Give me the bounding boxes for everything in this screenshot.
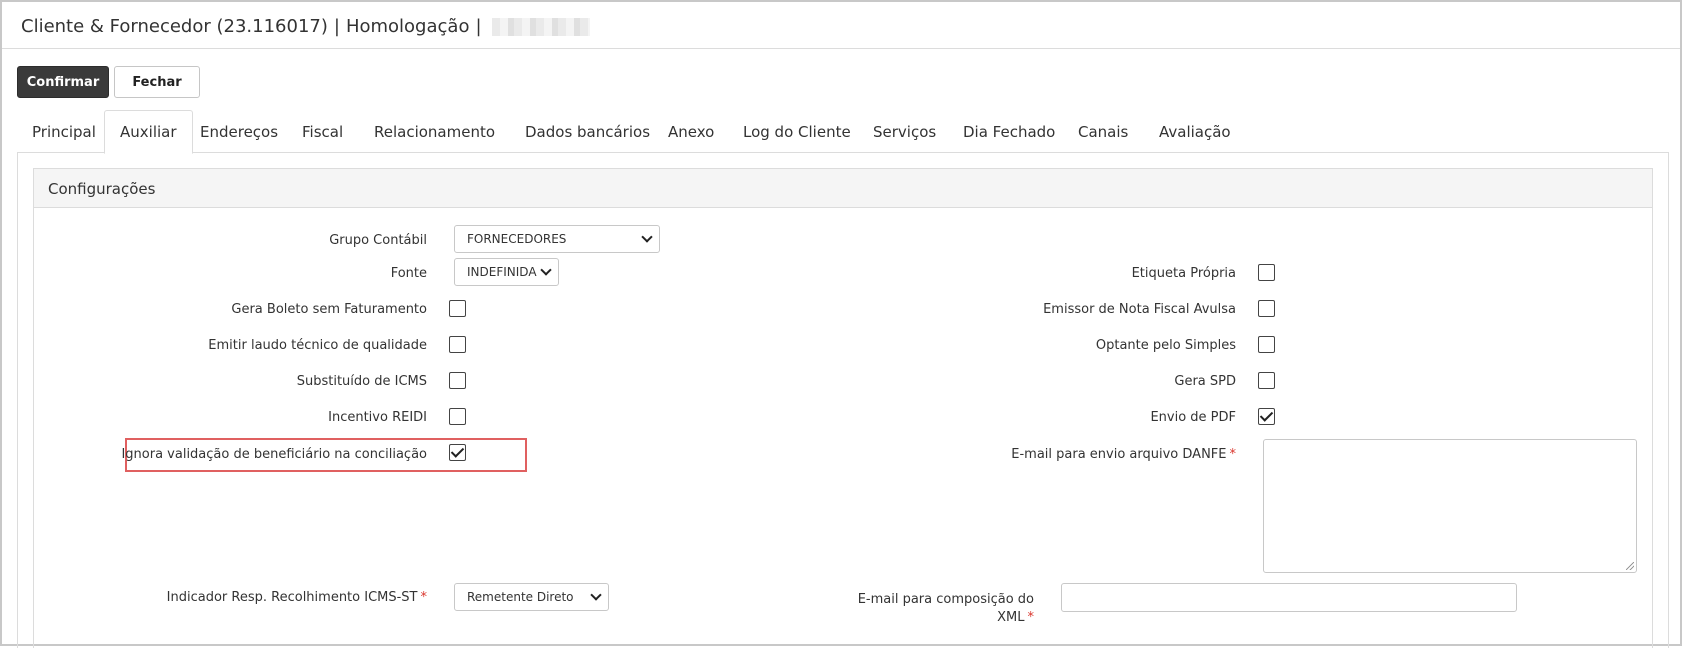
- tab-log-do-cliente[interactable]: Log do Cliente: [728, 110, 866, 153]
- tab-auxiliar[interactable]: Auxiliar: [104, 110, 193, 154]
- required-marker: *: [1229, 447, 1237, 462]
- tab-dia-fechado[interactable]: Dia Fechado: [948, 110, 1070, 153]
- email-danfe-label: E-mail para envio arquivo DANFE *: [1011, 447, 1236, 462]
- incentivo-reidi-checkbox[interactable]: [449, 408, 466, 425]
- tab-canais[interactable]: Canais: [1063, 110, 1143, 153]
- tab-principal[interactable]: Principal: [17, 110, 111, 153]
- window: Cliente & Fornecedor (23.116017) | Homolog…: [0, 0, 1682, 648]
- resize-grip-icon[interactable]: [1626, 562, 1634, 570]
- emitir-laudo-label: Emitir laudo técnico de qualidade: [208, 338, 427, 353]
- tab-dados-bancarios[interactable]: Dados bancários: [510, 110, 665, 153]
- title-main: Cliente & Fornecedor (23.116017): [21, 16, 328, 37]
- etiqueta-propria-checkbox[interactable]: [1258, 264, 1275, 281]
- email-xml-label-line2: XML *: [858, 609, 1034, 627]
- emissor-nf-avulsa-label: Emissor de Nota Fiscal Avulsa: [1043, 302, 1236, 317]
- grupo-contabil-label: Grupo Contábil: [329, 233, 427, 248]
- title-environment: Homologação: [345, 16, 470, 37]
- indicador-resp-select[interactable]: Remetente Direto: [454, 583, 609, 611]
- email-danfe-label-text: E-mail para envio arquivo DANFE: [1011, 447, 1227, 462]
- panel-title: Configurações: [48, 180, 156, 198]
- fonte-label: Fonte: [390, 266, 427, 281]
- required-marker: *: [1027, 610, 1035, 625]
- envio-pdf-checkbox[interactable]: [1258, 408, 1275, 425]
- config-panel: Configurações: [33, 168, 1653, 648]
- tab-relacionamento[interactable]: Relacionamento: [359, 110, 510, 153]
- tab-servicos[interactable]: Serviços: [858, 110, 951, 153]
- optante-simples-checkbox[interactable]: [1258, 336, 1275, 353]
- tab-fiscal[interactable]: Fiscal: [287, 110, 358, 153]
- tab-bar: Principal Auxiliar Endereços Fiscal Rela…: [17, 110, 1669, 154]
- ignora-validacao-checkbox[interactable]: [449, 444, 466, 461]
- tab-anexo[interactable]: Anexo: [653, 110, 729, 153]
- title-bar: Cliente & Fornecedor (23.116017) | Homolog…: [2, 2, 1680, 49]
- envio-pdf-label: Envio de PDF: [1150, 410, 1236, 425]
- tab-avaliacao[interactable]: Avaliação: [1144, 110, 1246, 153]
- email-xml-label-line1: E-mail para composição do: [857, 592, 1034, 607]
- tab-enderecos[interactable]: Endereços: [185, 110, 293, 153]
- close-button[interactable]: Fechar: [114, 66, 200, 98]
- redacted-user: [491, 18, 590, 36]
- indicador-resp-value: Remetente Direto: [467, 590, 574, 604]
- ignora-validacao-label: Ignora validação de beneficiário na conc…: [121, 447, 427, 462]
- chevron-down-icon: [641, 231, 653, 243]
- panel-header: Configurações: [34, 169, 1652, 208]
- required-marker: *: [420, 590, 428, 605]
- fonte-select[interactable]: INDEFINIDA: [454, 258, 559, 286]
- email-xml-label: E-mail para composição do XML *: [858, 591, 1034, 627]
- grupo-contabil-value: FORNECEDORES: [467, 232, 567, 246]
- page-title: Cliente & Fornecedor (23.116017) | Homolog…: [21, 16, 590, 37]
- gera-spd-label: Gera SPD: [1174, 374, 1236, 389]
- gera-boleto-label: Gera Boleto sem Faturamento: [231, 302, 427, 317]
- title-separator: |: [475, 16, 482, 37]
- email-xml-input[interactable]: [1061, 583, 1517, 612]
- emitir-laudo-checkbox[interactable]: [449, 336, 466, 353]
- email-danfe-textarea[interactable]: [1263, 439, 1637, 573]
- chevron-down-icon: [540, 264, 552, 276]
- substituido-icms-label: Substituído de ICMS: [296, 374, 427, 389]
- gera-boleto-checkbox[interactable]: [449, 300, 466, 317]
- emissor-nf-avulsa-checkbox[interactable]: [1258, 300, 1275, 317]
- optante-simples-label: Optante pelo Simples: [1095, 338, 1236, 353]
- etiqueta-propria-label: Etiqueta Própria: [1131, 266, 1236, 281]
- grupo-contabil-select[interactable]: FORNECEDORES: [454, 225, 660, 253]
- indicador-resp-label: Indicador Resp. Recolhimento ICMS-ST *: [167, 590, 427, 605]
- indicador-resp-label-text: Indicador Resp. Recolhimento ICMS-ST: [166, 590, 418, 605]
- chevron-down-icon: [590, 589, 602, 601]
- substituido-icms-checkbox[interactable]: [449, 372, 466, 389]
- fonte-value: INDEFINIDA: [467, 265, 537, 279]
- title-separator: |: [333, 16, 340, 37]
- gera-spd-checkbox[interactable]: [1258, 372, 1275, 389]
- incentivo-reidi-label: Incentivo REIDI: [328, 410, 427, 425]
- confirm-button[interactable]: Confirmar: [17, 66, 109, 98]
- email-xml-label-line2-text: XML: [997, 610, 1025, 625]
